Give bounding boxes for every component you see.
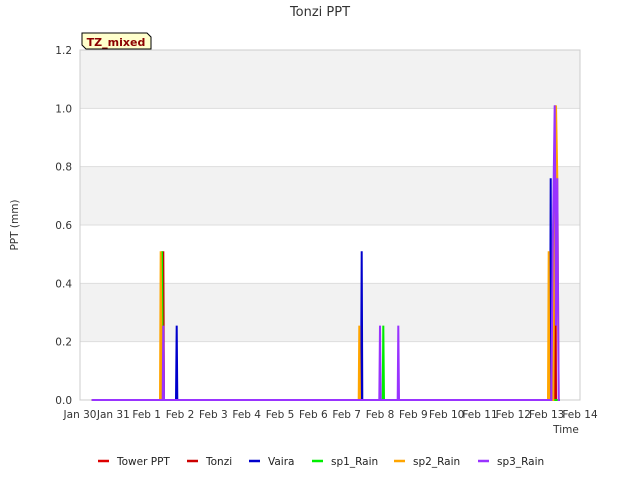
annotation-label: TZ_mixed — [87, 36, 146, 49]
y-tick-label: 0.4 — [55, 278, 72, 290]
grid-band — [80, 283, 580, 342]
legend-item: Tower PPT — [98, 456, 170, 468]
x-tick-label: Feb 12 — [496, 409, 531, 421]
x-tick-label: Feb 9 — [399, 409, 428, 421]
grid-band — [80, 166, 580, 225]
chart-title: Tonzi PPT — [289, 5, 350, 20]
legend-item: sp1_Rain — [312, 456, 378, 468]
x-tick-label: Feb 8 — [366, 409, 395, 421]
y-axis-label: PPT (mm) — [9, 199, 21, 250]
legend-label: Tonzi — [205, 456, 232, 468]
y-tick-label: 0.6 — [55, 220, 72, 232]
x-tick-label: Feb 11 — [462, 409, 497, 421]
legend-label: Tower PPT — [116, 456, 170, 468]
legend-item: Tonzi — [187, 456, 232, 468]
y-tick-label: 1.2 — [55, 45, 72, 57]
grid-band — [80, 341, 580, 400]
x-tick-label: Feb 5 — [266, 409, 295, 421]
plot-background — [79, 49, 581, 401]
legend-item: Vaira — [249, 456, 294, 468]
x-tick-label: Feb 7 — [332, 409, 361, 421]
x-tick-label: Feb 2 — [166, 409, 195, 421]
legend-item: sp3_Rain — [478, 456, 544, 468]
legend-label: sp1_Rain — [331, 456, 378, 468]
legend-label: sp2_Rain — [413, 456, 460, 468]
x-axis-label: Time — [552, 424, 579, 436]
y-axis-ticks: 0.0 0.2 0.4 0.6 0.8 1.0 1.2 — [55, 45, 72, 407]
annotation-box: TZ_mixed — [81, 32, 152, 50]
x-axis-ticks: Jan 30 Jan 31 Feb 1 Feb 2 Feb 3 Feb 4 Feb 5 Feb… — [63, 409, 598, 421]
legend-item: sp2_Rain — [394, 456, 460, 468]
x-tick-label: Feb 10 — [429, 409, 464, 421]
x-tick-label: Jan 31 — [96, 409, 130, 421]
grid-band — [80, 50, 580, 109]
x-tick-label: Feb 13 — [529, 409, 564, 421]
legend-label: Vaira — [268, 456, 294, 468]
y-tick-label: 0.0 — [55, 395, 72, 407]
y-tick-label: 0.2 — [55, 337, 72, 349]
x-tick-label: Feb 14 — [562, 409, 598, 421]
chart-canvas: Tonzi PPT Jan 30 Jan 31 Feb 1 Feb 2 Feb 3 Feb… — [9, 5, 598, 468]
x-tick-label: Feb 4 — [232, 409, 261, 421]
legend: Tower PPT Tonzi Vaira sp1_Rain sp2_Rain sp3_R… — [98, 456, 544, 468]
y-tick-label: 0.8 — [55, 162, 72, 174]
y-tick-label: 1.0 — [55, 103, 72, 115]
x-tick-label: Jan 30 — [63, 409, 97, 421]
x-tick-label: Feb 3 — [199, 409, 228, 421]
x-tick-label: Feb 6 — [299, 409, 328, 421]
x-tick-label: Feb 1 — [132, 409, 161, 421]
legend-label: sp3_Rain — [497, 456, 544, 468]
grid-band — [80, 108, 580, 167]
grid-band — [80, 225, 580, 284]
